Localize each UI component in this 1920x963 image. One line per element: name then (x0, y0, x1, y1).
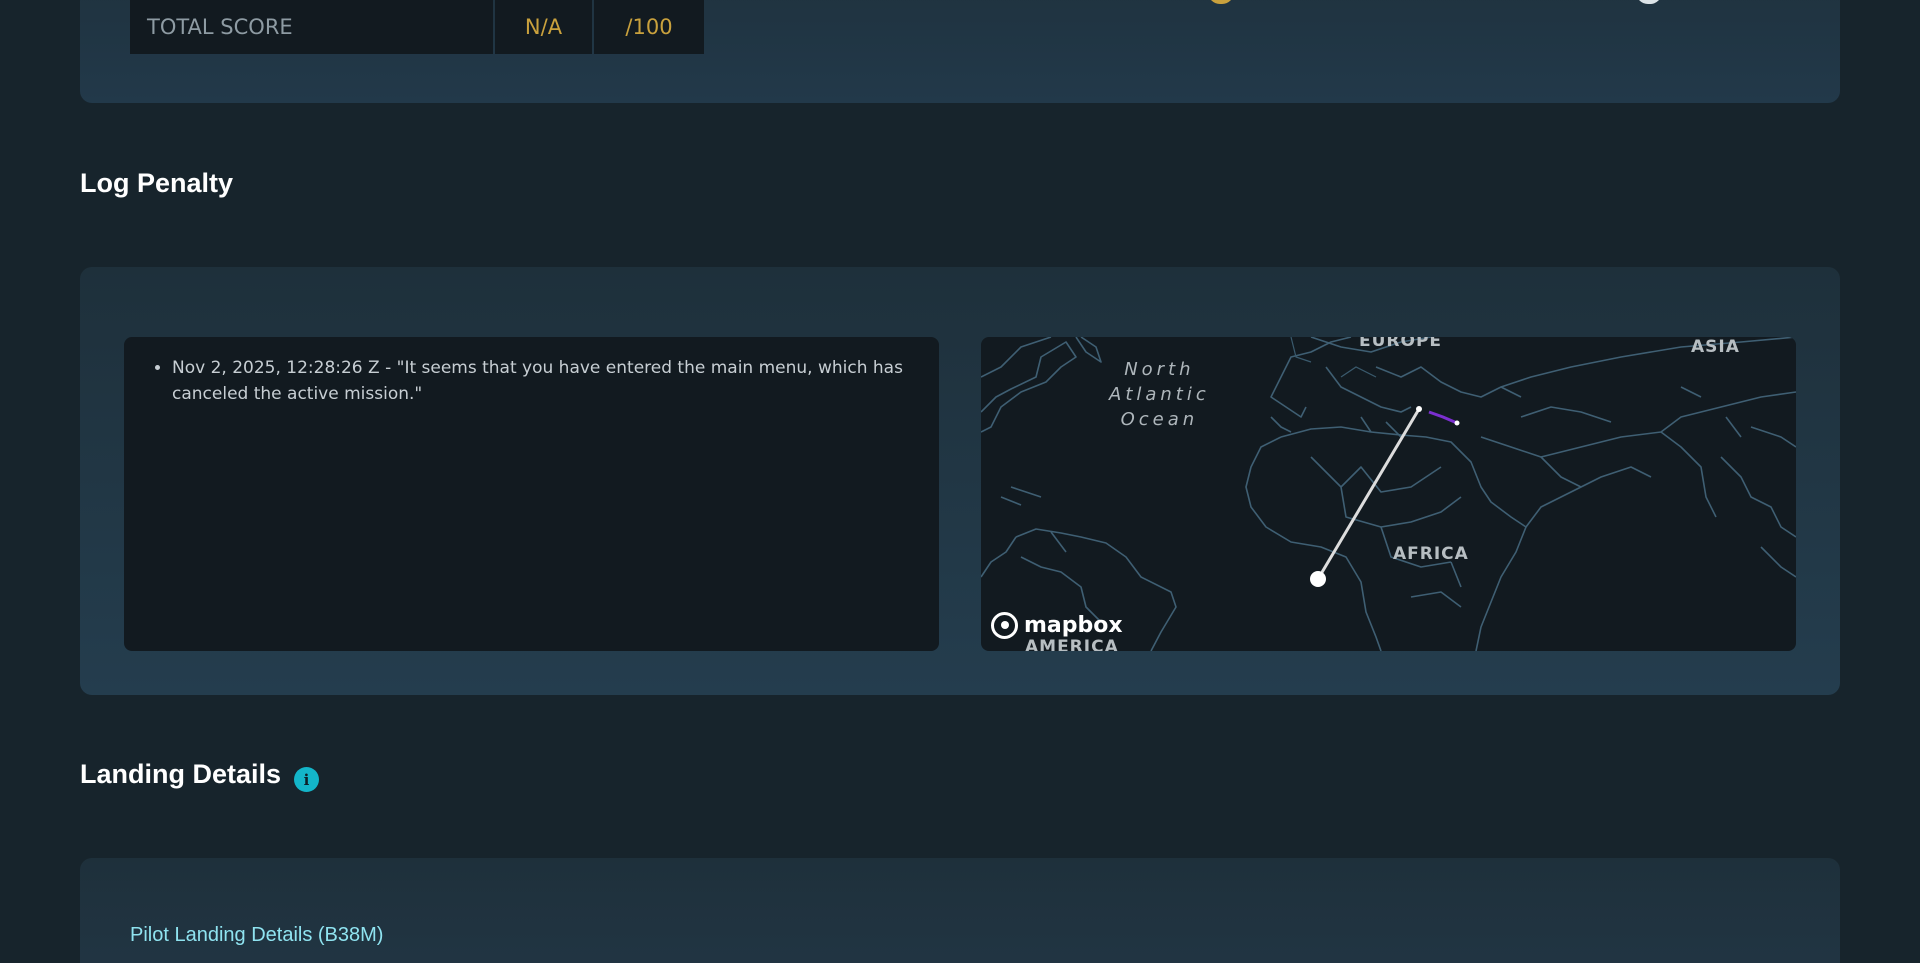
landing-details-title: Landing Details (80, 759, 282, 789)
landing-details-panel (80, 858, 1840, 963)
total-score-row: TOTAL SCORE N/A /100 (130, 0, 704, 54)
europe-label: EUROPE (1359, 337, 1443, 351)
total-score-value: N/A (495, 0, 592, 54)
map-coastlines (981, 337, 1796, 651)
total-score-max: /100 (594, 0, 704, 54)
pilot-landing-details-heading: Pilot Landing Details (B38M) (130, 924, 384, 946)
asia-label: ASIA (1691, 337, 1740, 357)
mapbox-logo-icon (991, 612, 1018, 639)
flight-report-page: TOTAL SCORE N/A /100 Log Penalty Nov 2, … (0, 0, 1920, 963)
penalty-log-entry: Nov 2, 2025, 12:28:26 Z - "It seems that… (172, 355, 909, 407)
total-score-label: TOTAL SCORE (130, 0, 493, 54)
america-label: AMERICA (1025, 637, 1119, 651)
penalty-log-list: Nov 2, 2025, 12:28:26 Z - "It seems that… (124, 337, 939, 651)
log-penalty-title: Log Penalty (80, 168, 234, 198)
info-icon[interactable]: i (294, 767, 319, 792)
africa-label: AFRICA (1393, 544, 1469, 564)
flight-route-map[interactable]: North Atlantic Ocean EUROPE ASIA AFRICA … (981, 337, 1796, 651)
mapbox-attribution[interactable]: mapbox (991, 612, 1123, 639)
ocean-label: North Atlantic Ocean (1109, 359, 1210, 430)
